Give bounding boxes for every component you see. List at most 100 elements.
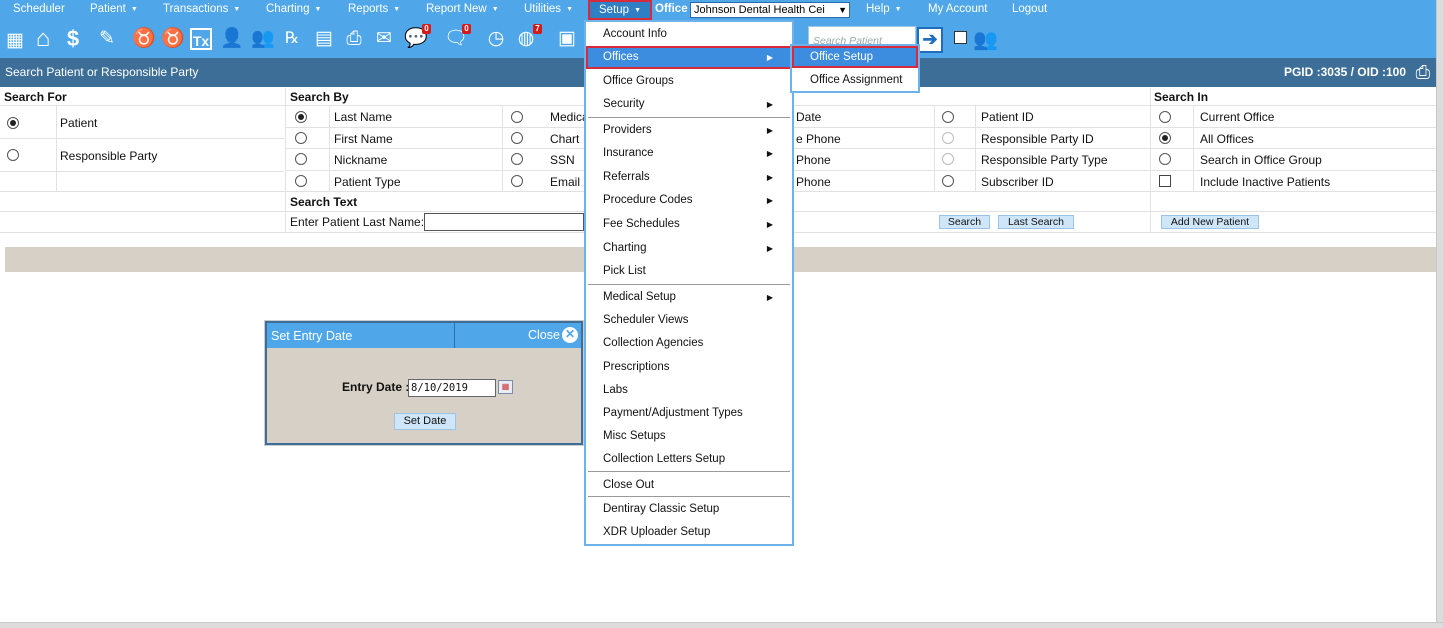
label-patient: Patient — [60, 116, 98, 130]
radio-office-group[interactable] — [1159, 153, 1171, 165]
home-icon[interactable]: ⌂ — [32, 27, 54, 51]
radio-chart[interactable] — [511, 132, 523, 144]
nav-help[interactable]: Help ▼ — [866, 0, 902, 20]
print-icon[interactable]: ⎙ — [1416, 62, 1430, 83]
chat-badge: 0 — [462, 24, 471, 34]
menu-office-groups[interactable]: Office Groups — [586, 70, 792, 93]
nav-report-new[interactable]: Report New ▼ — [426, 0, 499, 20]
menu-dentiray-classic-setup[interactable]: Dentiray Classic Setup — [586, 498, 792, 521]
printer-icon[interactable]: ⎙ — [343, 28, 365, 50]
close-icon[interactable]: ✕ — [562, 327, 578, 343]
tooth-icon[interactable]: ♉ — [132, 28, 156, 50]
edit-note-icon[interactable]: ✎ — [96, 28, 118, 50]
submenu-arrow-icon: ▶ — [766, 53, 773, 62]
radio-ssn[interactable] — [511, 153, 523, 165]
menu-close-out[interactable]: Close Out — [586, 474, 792, 497]
menu-procedure-codes[interactable]: Procedure Codes ▶ — [586, 189, 792, 212]
submenu-office-assignment[interactable]: Office Assignment — [792, 69, 918, 91]
menu-collection-agencies[interactable]: Collection Agencies — [586, 332, 792, 355]
label-ssn: SSN — [550, 153, 575, 167]
menu-charting[interactable]: Charting ▶ — [586, 237, 792, 260]
search-go-button[interactable]: ➔ — [917, 27, 943, 53]
submenu-office-setup[interactable]: Office Setup — [792, 46, 918, 68]
tooth-chart-icon[interactable]: ♉ — [161, 28, 185, 50]
menu-offices[interactable]: Offices ▶ — [586, 46, 792, 69]
chat-icon[interactable]: 🗨 0 — [444, 24, 471, 50]
nav-charting[interactable]: Charting ▼ — [266, 0, 321, 20]
patient-search-input[interactable]: Search Patient — [808, 26, 916, 46]
nav-patient[interactable]: Patient ▼ — [90, 0, 138, 20]
add-family-icon[interactable]: 👥 — [251, 28, 275, 50]
office-select[interactable]: Johnson Dental Health Cei ▼ — [690, 2, 850, 18]
dollar-icon[interactable]: $ — [62, 28, 84, 50]
menu-fee-schedules[interactable]: Fee Schedules ▶ — [586, 213, 792, 236]
nav-logout[interactable]: Logout — [1012, 0, 1047, 20]
radio-patient-type[interactable] — [295, 175, 307, 187]
xray-tooth-icon[interactable]: ▣ — [556, 28, 578, 50]
nav-scheduler[interactable]: Scheduler — [13, 0, 65, 20]
search-for-heading: Search For — [4, 90, 67, 104]
radio-subscriber-id[interactable] — [942, 175, 954, 187]
last-search-button[interactable]: Last Search — [998, 215, 1074, 229]
label-nickname: Nickname — [334, 153, 388, 167]
radio-responsible-party-type[interactable] — [942, 153, 954, 165]
radio-last-name[interactable] — [295, 111, 307, 123]
radio-patient[interactable] — [7, 117, 19, 129]
label-subscriber-id: Subscriber ID — [981, 175, 1054, 189]
menu-referrals[interactable]: Referrals ▶ — [586, 166, 792, 189]
menu-pick-list[interactable]: Pick List — [586, 260, 792, 283]
menu-providers[interactable]: Providers ▶ — [586, 119, 792, 142]
label-include-inactive: Include Inactive Patients — [1200, 175, 1331, 189]
label-first-name: First Name — [334, 132, 393, 146]
globe-users-icon[interactable]: ◍ 7 — [515, 24, 542, 50]
patient-group-icon[interactable]: 👥 — [973, 29, 998, 51]
radio-nickname[interactable] — [295, 153, 307, 165]
radio-patient-id[interactable] — [942, 111, 954, 123]
radio-responsible-party[interactable] — [7, 149, 19, 161]
menu-collection-letters-setup[interactable]: Collection Letters Setup — [586, 448, 792, 471]
radio-current-office[interactable] — [1159, 111, 1171, 123]
toolbar-checkbox[interactable] — [954, 31, 967, 44]
mail-icon[interactable]: ✉ — [373, 28, 395, 50]
search-by-heading: Search By — [290, 90, 349, 104]
add-user-icon[interactable]: 👤 — [220, 28, 244, 50]
nav-my-account[interactable]: My Account — [928, 0, 987, 20]
menu-prescriptions[interactable]: Prescriptions — [586, 356, 792, 379]
prescription-icon[interactable]: ℞ — [281, 28, 303, 50]
dialog-close-label[interactable]: Close — [528, 323, 560, 347]
last-name-input[interactable] — [424, 213, 584, 231]
menu-account-info[interactable]: Account Info — [586, 23, 792, 46]
radio-email[interactable] — [511, 175, 523, 187]
radio-responsible-party-id[interactable] — [942, 132, 954, 144]
nav-utilities[interactable]: Utilities ▼ — [524, 0, 573, 20]
menu-misc-setups[interactable]: Misc Setups — [586, 425, 792, 448]
nav-setup[interactable]: Setup ▼ — [588, 0, 652, 20]
radio-all-offices[interactable] — [1159, 132, 1171, 144]
radio-medicaid[interactable] — [511, 111, 523, 123]
entry-date-input[interactable]: 8/10/2019 — [408, 379, 496, 397]
menu-insurance[interactable]: Insurance ▶ — [586, 142, 792, 165]
set-date-button[interactable]: Set Date — [394, 413, 456, 430]
message-icon[interactable]: 💬 0 — [404, 24, 431, 50]
header-divider — [454, 323, 455, 348]
search-text-label: Enter Patient Last Name: — [290, 215, 425, 229]
radio-first-name[interactable] — [295, 132, 307, 144]
treatment-icon[interactable]: Tx — [190, 28, 212, 50]
nav-reports[interactable]: Reports ▼ — [348, 0, 400, 20]
calendar-icon[interactable]: ▦ — [498, 380, 513, 394]
nav-transactions[interactable]: Transactions ▼ — [163, 0, 240, 20]
checkbox-include-inactive[interactable] — [1159, 175, 1171, 187]
menu-xdr-uploader-setup[interactable]: XDR Uploader Setup — [586, 521, 792, 544]
menu-scheduler-views[interactable]: Scheduler Views — [586, 309, 792, 332]
notepad-icon[interactable]: ▤ — [313, 28, 335, 50]
clock-icon[interactable]: ◷ — [485, 28, 507, 50]
caret-down-icon: ▼ — [393, 6, 401, 13]
add-new-patient-button[interactable]: Add New Patient — [1161, 215, 1259, 229]
menu-payment-adjustment-types[interactable]: Payment/Adjustment Types — [586, 402, 792, 425]
search-button[interactable]: Search — [939, 215, 990, 229]
menu-security[interactable]: Security ▶ — [586, 93, 792, 116]
submenu-arrow-icon: ▶ — [766, 100, 773, 109]
calendar-grid-icon[interactable]: ▦ — [4, 30, 26, 52]
menu-labs[interactable]: Labs — [586, 379, 792, 402]
menu-medical-setup[interactable]: Medical Setup ▶ — [586, 286, 792, 309]
